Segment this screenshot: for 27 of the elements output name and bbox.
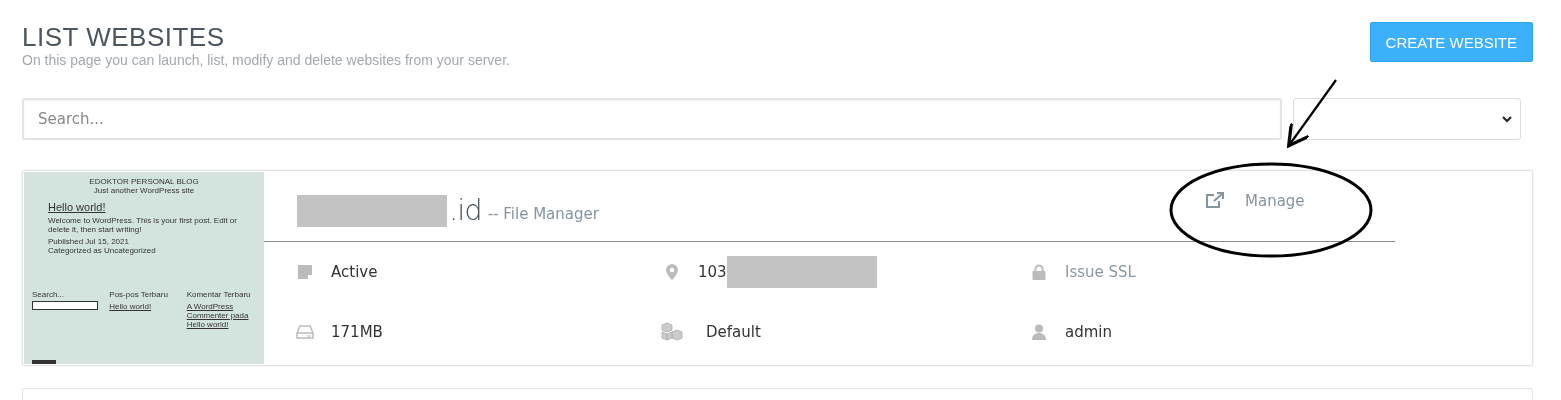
manage-link[interactable]: Manage: [1205, 191, 1305, 210]
external-link-icon: [1205, 192, 1225, 209]
create-website-button[interactable]: CREATE WEBSITE: [1369, 22, 1533, 62]
blog-tagline: Just another WordPress site: [92, 186, 196, 195]
owner-name: admin: [1065, 323, 1112, 341]
search-label: Search...: [32, 290, 65, 299]
disk-usage: 171MB: [331, 323, 383, 341]
status-text: Active: [331, 263, 378, 281]
dropdown-select[interactable]: [1293, 98, 1521, 140]
post-title: Hello world!: [48, 201, 107, 213]
page-title: LIST WEBSITES: [22, 22, 226, 52]
file-manager-link[interactable]: -- File Manager: [487, 204, 599, 223]
domain-name[interactable]: .id: [449, 192, 482, 227]
chevron-down-icon: [1502, 115, 1512, 123]
post-text: Welcome to WordPress. This is your first post. Edit or delete it, then start writing!: [48, 216, 238, 234]
cubes-icon: [660, 322, 684, 342]
page-subtitle: On this page you can launch, list, modify and delete websites from your server.: [22, 52, 510, 68]
package-name: Default: [706, 323, 761, 341]
issue-ssl-link[interactable]: Issue SSL: [1065, 263, 1136, 281]
post-date: Published Jul 15, 2021: [48, 237, 130, 246]
hard-drive-icon: [293, 325, 317, 339]
blog-title: EDOKTOR PERSONAL BLOG: [88, 177, 200, 186]
widget-title: Pos-pos Terbaru: [109, 290, 169, 299]
search-field[interactable]: Search...: [22, 98, 1282, 140]
widget-title: Komentar Terbaru: [186, 290, 252, 299]
post-category: Categorized as Uncategorized: [48, 246, 157, 255]
ip-address: 103: [698, 263, 727, 281]
